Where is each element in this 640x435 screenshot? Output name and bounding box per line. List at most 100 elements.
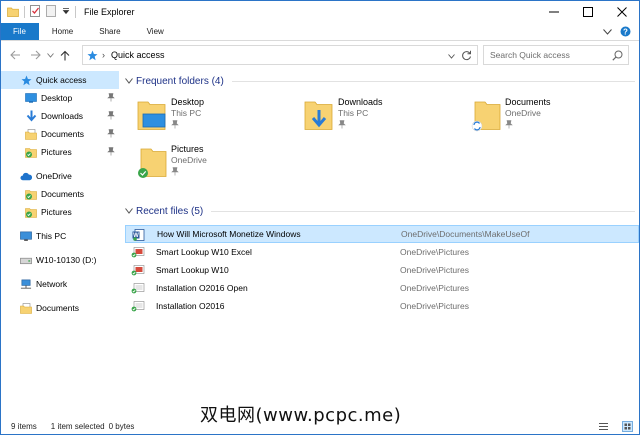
recent-file-row[interactable]: W How Will Microsoft Monetize Windows On… (125, 225, 639, 243)
minimize-button[interactable] (537, 1, 571, 23)
search-icon[interactable] (612, 50, 623, 63)
nav-item-documents[interactable]: Documents (1, 125, 119, 143)
nav-item-label: Pictures (41, 207, 72, 217)
pictures-folder-icon (25, 146, 37, 158)
expand-ribbon-chevron-icon[interactable] (603, 27, 612, 37)
details-view-icon[interactable] (598, 421, 609, 432)
tab-view[interactable]: View (134, 23, 177, 40)
tab-home[interactable]: Home (39, 23, 86, 40)
back-button[interactable] (5, 45, 25, 65)
nav-item-label: W10-10130 (D:) (36, 255, 97, 265)
address-bar[interactable]: › Quick access (82, 45, 478, 65)
file-path: OneDrive\Pictures (400, 301, 469, 311)
toolbar-divider (75, 6, 76, 18)
recent-file-row[interactable]: Smart Lookup W10 Excel OneDrive\Pictures (125, 243, 639, 261)
pin-icon[interactable] (505, 120, 513, 131)
up-button[interactable] (55, 45, 75, 65)
frequent-folders-header[interactable]: Frequent folders (4) (125, 71, 639, 91)
nav-item-downloads[interactable]: Downloads (1, 107, 119, 125)
nav-item-documents-library[interactable]: Documents (1, 299, 119, 317)
forward-button[interactable] (25, 45, 45, 65)
nav-item-label: Documents (36, 303, 79, 313)
nav-item-desktop[interactable]: Desktop (1, 89, 119, 107)
nav-item-onedrive-pictures[interactable]: Pictures (1, 203, 119, 221)
drive-icon (20, 254, 32, 266)
folder-location: This PC (171, 108, 202, 118)
pin-icon[interactable] (107, 129, 115, 140)
nav-item-onedrive[interactable]: OneDrive (1, 167, 119, 185)
nav-item-pictures[interactable]: Pictures (1, 143, 119, 161)
toolbar-divider (24, 6, 25, 18)
nav-item-label: This PC (36, 231, 67, 241)
tab-share[interactable]: Share (86, 23, 133, 40)
content-pane: Frequent folders (4) Desktop This PC Dow… (125, 71, 639, 411)
file-path: OneDrive\Pictures (400, 265, 469, 275)
nav-item-network[interactable]: Network (1, 275, 119, 293)
quick-access-toolbar (1, 1, 76, 23)
recent-file-row[interactable]: Installation O2016 Open OneDrive\Picture… (125, 279, 639, 297)
downloads-folder-icon (304, 97, 334, 133)
breadcrumb-separator[interactable]: › (102, 50, 105, 60)
file-name: Smart Lookup W10 Excel (156, 247, 252, 257)
nav-item-quick-access[interactable]: Quick access (1, 71, 119, 89)
folder-tile-downloads[interactable]: Downloads This PC (292, 95, 442, 139)
section-divider (231, 80, 635, 82)
synced-folder-icon (25, 188, 37, 200)
file-name: How Will Microsoft Monetize Windows (157, 229, 301, 239)
network-icon (20, 278, 32, 290)
search-input[interactable]: Search Quick access (483, 45, 629, 65)
folder-location: This PC (338, 108, 369, 118)
properties-icon[interactable] (30, 5, 41, 19)
pin-icon[interactable] (171, 167, 179, 178)
folder-tile-pictures[interactable]: Pictures OneDrive (125, 142, 275, 186)
address-dropdown-icon[interactable] (448, 51, 455, 61)
pin-icon[interactable] (107, 93, 115, 104)
nav-item-this-pc[interactable]: This PC (1, 227, 119, 245)
file-path: OneDrive\Documents\MakeUseOf (401, 229, 530, 239)
help-icon[interactable]: ? (620, 26, 631, 39)
recent-file-row[interactable]: Installation O2016 OneDrive\Pictures (125, 297, 639, 315)
pin-icon[interactable] (338, 120, 346, 131)
file-path: OneDrive\Pictures (400, 283, 469, 293)
view-toggle-group (588, 421, 633, 432)
folder-tile-documents[interactable]: Documents OneDrive (459, 95, 609, 139)
recent-file-row[interactable]: Smart Lookup W10 OneDrive\Pictures (125, 261, 639, 279)
folder-icon[interactable] (7, 6, 19, 19)
ribbon-right-controls: ? (603, 23, 631, 41)
folder-name: Documents (505, 97, 551, 107)
large-icons-view-icon[interactable] (622, 421, 633, 432)
customize-toolbar-chevron-icon[interactable] (62, 7, 70, 17)
breadcrumb[interactable]: Quick access (111, 50, 165, 60)
image-file-icon (131, 282, 145, 296)
synced-folder-icon (25, 206, 37, 218)
image-file-icon (131, 300, 145, 314)
synced-folder-icon (137, 144, 167, 180)
collapse-chevron-icon[interactable] (125, 76, 135, 87)
folder-tile-desktop[interactable]: Desktop This PC (125, 95, 275, 139)
word-document-icon: W (132, 229, 146, 243)
selection-size: 0 bytes (108, 422, 135, 431)
selection-count: 1 item selected (50, 422, 105, 431)
section-title: Frequent folders (4) (136, 75, 224, 87)
pin-icon[interactable] (107, 147, 115, 158)
download-arrow-icon (25, 110, 37, 122)
recent-locations-chevron-icon[interactable] (45, 45, 55, 65)
folder-location: OneDrive (171, 155, 207, 165)
nav-item-drive-d[interactable]: W10-10130 (D:) (1, 251, 119, 269)
pin-icon[interactable] (171, 120, 179, 131)
maximize-button[interactable] (571, 1, 605, 23)
desktop-folder-icon (137, 97, 167, 133)
window-title: File Explorer (84, 7, 135, 17)
refresh-icon[interactable] (461, 50, 472, 63)
star-icon (20, 74, 32, 86)
file-name: Smart Lookup W10 (156, 265, 229, 275)
tab-file[interactable]: File (1, 23, 39, 40)
pin-icon[interactable] (107, 111, 115, 122)
image-file-icon (131, 246, 145, 260)
file-name: Installation O2016 (156, 301, 225, 311)
nav-item-onedrive-documents[interactable]: Documents (1, 185, 119, 203)
close-button[interactable] (605, 1, 639, 23)
collapse-chevron-icon[interactable] (125, 206, 135, 217)
new-folder-icon[interactable] (46, 5, 57, 19)
recent-files-header[interactable]: Recent files (5) (125, 201, 639, 221)
